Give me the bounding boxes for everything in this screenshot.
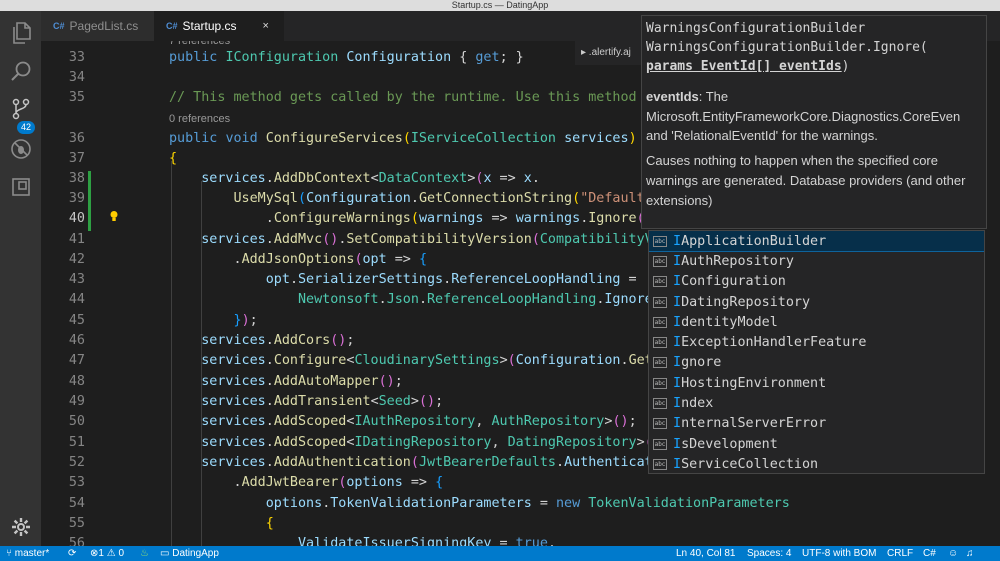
tab-label: PagedList.cs — [69, 19, 139, 33]
text-icon: abc — [653, 398, 667, 410]
parameter-hint-popup: WarningsConfigurationBuilder WarningsCon… — [641, 15, 987, 229]
text-icon: abc — [653, 458, 667, 470]
suggestion-widget[interactable]: abc I ApplicationBuilder abc I AuthRepositor… — [648, 230, 985, 474]
signature-line: WarningsConfigurationBuilder.Ignore( — [646, 40, 928, 55]
method-description: Causes nothing to happen when the specif… — [646, 152, 966, 208]
branch-indicator[interactable]: ⑂ master* — [6, 546, 49, 561]
branch-icon: ⑂ — [6, 548, 15, 559]
suggestion-item[interactable]: abc Ignore — [649, 353, 984, 373]
code-line: 55 { — [68, 516, 274, 531]
signature-line: params EventId[] eventIds) — [646, 59, 850, 74]
suggestion-item[interactable]: abc I Configuration — [649, 272, 984, 292]
text-icon: abc — [653, 276, 667, 288]
debug-icon[interactable] — [0, 131, 41, 167]
status-bar: ⑂ master* ⟳ ⊗1 ⚠ 0 ♨ ▭ DatingApp Ln 40, … — [0, 546, 1000, 561]
parameter-doc: eventIds: The Microsoft.EntityFrameworkC… — [646, 87, 982, 146]
tab-startup[interactable]: C# Startup.cs × — [154, 11, 284, 41]
suggestion-item[interactable]: abc I AuthRepository — [649, 251, 984, 271]
text-icon: abc — [653, 357, 667, 369]
suggestion-item[interactable]: abc IsDevelopment — [649, 434, 984, 454]
window-title: Startup.cs — DatingApp — [0, 0, 1000, 11]
gear-icon[interactable] — [0, 509, 41, 545]
folder-icon: ▭ — [160, 548, 173, 559]
indentation[interactable]: Spaces: 4 — [747, 546, 791, 561]
csharp-icon: C# — [53, 21, 65, 31]
line-ending[interactable]: CRLF — [887, 546, 913, 561]
search-icon[interactable] — [0, 53, 41, 89]
activity-bar: 42 — [0, 11, 41, 546]
tab-label: Startup.cs — [182, 19, 237, 33]
side-editor-tab[interactable]: ▸ .alertify.aj — [575, 41, 643, 65]
feedback-icon[interactable]: ☺ — [948, 546, 958, 561]
encoding[interactable]: UTF-8 with BOM — [802, 546, 876, 561]
suggestion-item[interactable]: abc I ApplicationBuilder — [649, 231, 984, 253]
parameter-name: eventIds — [646, 89, 699, 104]
problems-indicator[interactable]: ⊗1 ⚠ 0 — [90, 546, 124, 561]
suggestion-item[interactable]: abc I DatingRepository — [649, 292, 984, 312]
suggestion-item[interactable]: abc I HostingEnvironment — [649, 373, 984, 393]
text-icon: abc — [653, 296, 667, 308]
signature-line: WarningsConfigurationBuilder — [646, 21, 866, 36]
files-icon[interactable] — [0, 15, 41, 51]
flame-icon[interactable]: ♨ — [140, 546, 149, 561]
active-parameter: params EventId[] eventIds — [646, 59, 842, 74]
text-icon: abc — [653, 235, 667, 247]
close-icon[interactable]: × — [263, 20, 269, 32]
text-icon: abc — [653, 316, 667, 328]
code-line: 56 ValidateIssuerSigningKey = true, — [68, 536, 556, 546]
tab-pagedlist[interactable]: C# PagedList.cs — [41, 11, 154, 41]
suggestion-item[interactable]: abc IdentityModel — [649, 312, 984, 332]
overview-ruler[interactable] — [988, 41, 1000, 546]
code-line: 54 options.TokenValidationParameters = n… — [68, 496, 790, 511]
suggestion-item[interactable]: abc I ServiceCollection — [649, 454, 984, 473]
extensions-icon[interactable] — [0, 169, 41, 205]
suggestion-item[interactable]: abc InternalServerError — [649, 414, 984, 434]
text-icon: abc — [653, 337, 667, 349]
cursor-position[interactable]: Ln 40, Col 81 — [676, 546, 736, 561]
csharp-icon: C# — [166, 21, 178, 31]
sync-icon[interactable]: ⟳ — [68, 546, 76, 561]
text-icon: abc — [653, 255, 667, 267]
bell-icon[interactable]: ♫ — [966, 546, 974, 561]
codelens-references[interactable]: 0 references — [169, 113, 230, 127]
text-icon: abc — [653, 418, 667, 430]
warning-icon: ⚠ — [106, 548, 116, 559]
text-icon: abc — [653, 377, 667, 389]
code-line: 53 .AddJwtBearer(options => { — [68, 475, 444, 490]
suggestion-item[interactable]: abc I ExceptionHandlerFeature — [649, 333, 984, 353]
text-icon: abc — [653, 438, 667, 450]
suggestion-item[interactable]: abc Index — [649, 393, 984, 413]
project-indicator[interactable]: ▭ DatingApp — [160, 546, 219, 561]
language-mode[interactable]: C# — [923, 546, 936, 561]
